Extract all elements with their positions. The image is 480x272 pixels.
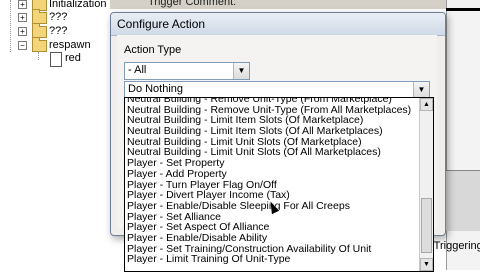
- tree-item-folder-3[interactable]: + ???: [0, 23, 110, 38]
- tree-item-label: red: [65, 52, 81, 64]
- tree-item-label: ???: [49, 11, 68, 23]
- dropdown-item[interactable]: Neutral Building - Limit Item Slots (Of …: [125, 126, 419, 137]
- scroll-up-icon[interactable]: ▲: [420, 98, 433, 111]
- tree-item-folder-2[interactable]: + ???: [0, 9, 110, 24]
- dropdown-item[interactable]: Player - Enable/Disable Ability: [125, 233, 419, 244]
- dialog-titlebar[interactable]: Configure Action: [111, 13, 445, 36]
- dropdown-item[interactable]: Player - Set Training/Construction Avail…: [125, 244, 419, 255]
- tree-item-red[interactable]: red: [0, 51, 110, 67]
- triggering-text: (Triggering: [430, 240, 480, 252]
- dropdown-item[interactable]: Player - Set Aspect Of Alliance: [125, 222, 419, 233]
- chevron-down-icon[interactable]: ▼: [233, 63, 249, 79]
- expand-plus-icon[interactable]: +: [18, 27, 27, 36]
- dropdown-items: Neutral Building - Remove Unit-Type (Fro…: [125, 98, 419, 265]
- tree-item-respawn[interactable]: − respawn: [0, 37, 110, 52]
- dropdown-item[interactable]: Neutral Building - Remove Unit-Type (Fro…: [125, 105, 419, 116]
- dropdown-item[interactable]: Player - Limit Training Of Unit-Type: [125, 254, 419, 265]
- scroll-thumb[interactable]: [421, 198, 432, 253]
- tree-item-label: respawn: [49, 39, 91, 51]
- action-type-select[interactable]: - All ▼: [124, 62, 250, 80]
- dropdown-item[interactable]: Neutral Building - Remove Unit-Type (Fro…: [125, 98, 419, 105]
- dropdown-item[interactable]: Player - Set Property: [125, 158, 419, 169]
- scroll-down-icon[interactable]: ▼: [420, 258, 433, 271]
- expand-plus-icon[interactable]: +: [18, 0, 27, 9]
- trigger-tree: + Initialization + ??? + ??? − respawn r…: [0, 0, 110, 270]
- divider-bar: [446, 8, 480, 11]
- dropdown-item[interactable]: Player - Add Property: [125, 169, 419, 180]
- trigger-comment-label: Trigger Comment:: [148, 0, 237, 8]
- dropdown-scrollbar[interactable]: ▲ ▼: [419, 98, 433, 271]
- tree-item-label: ???: [49, 25, 68, 37]
- dropdown-item[interactable]: Neutral Building - Limit Item Slots (Of …: [125, 115, 419, 126]
- collapse-minus-icon[interactable]: −: [18, 41, 27, 50]
- expand-plus-icon[interactable]: +: [18, 13, 27, 22]
- chevron-down-icon[interactable]: ▼: [413, 82, 429, 98]
- dropdown-item[interactable]: Neutral Building - Limit Unit Slots (Of …: [125, 137, 419, 148]
- trigger-doc-icon: [50, 52, 62, 67]
- action-dropdown-list[interactable]: Neutral Building - Remove Unit-Type (Fro…: [124, 97, 434, 272]
- action-type-label: Action Type: [124, 44, 182, 56]
- dropdown-item[interactable]: Neutral Building - Limit Unit Slots (Of …: [125, 147, 419, 158]
- action-value: Do Nothing: [128, 83, 184, 95]
- action-type-value: - All: [128, 64, 147, 76]
- dialog-title: Configure Action: [117, 17, 206, 31]
- dropdown-item[interactable]: Player - Turn Player Flag On/Off: [125, 180, 419, 191]
- function-box: [446, 170, 480, 231]
